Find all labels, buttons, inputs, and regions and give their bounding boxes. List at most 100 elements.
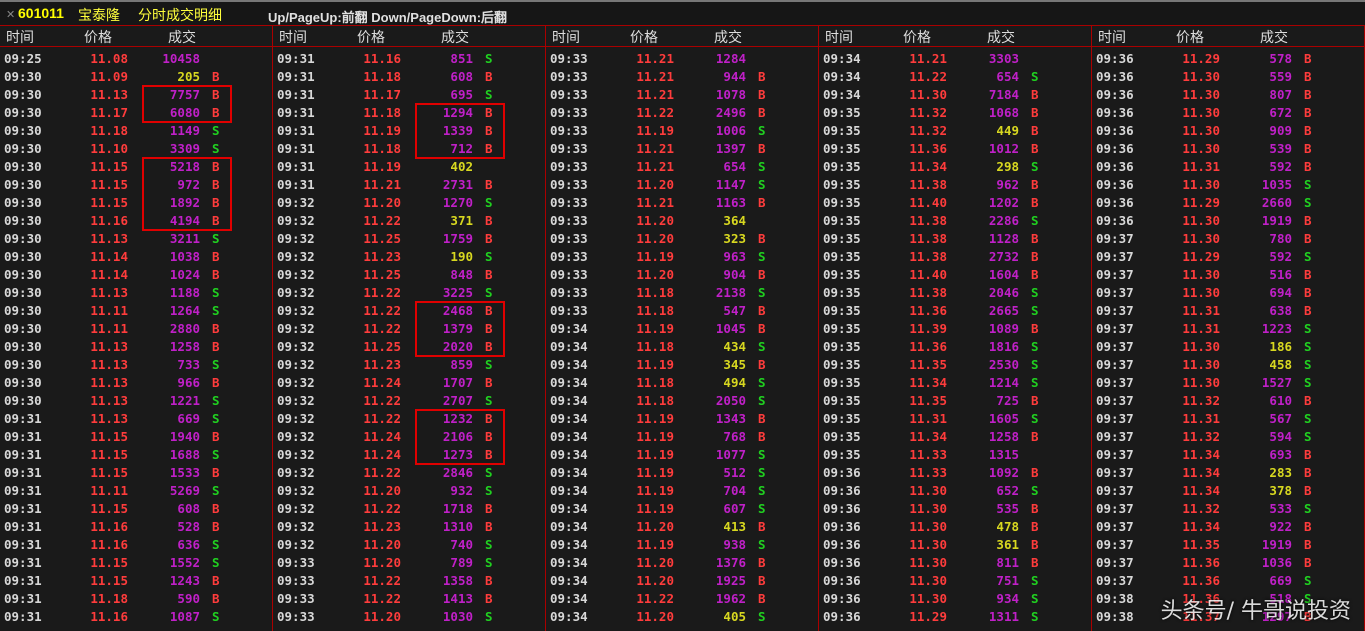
- time-cell: 09:31: [4, 519, 42, 534]
- side-cell: S: [1304, 339, 1312, 354]
- price-cell: 11.19: [636, 249, 674, 264]
- volume-cell: 1038: [169, 249, 200, 264]
- time-cell: 09:37: [1096, 267, 1134, 282]
- price-cell: 11.16: [363, 51, 401, 66]
- price-cell: 11.29: [1182, 195, 1220, 210]
- volume-cell: 725: [996, 393, 1019, 408]
- volume-cell: 704: [723, 483, 746, 498]
- header-volume: 成交: [987, 30, 1015, 46]
- table-row: 09:33 11.20 789 S: [273, 554, 545, 572]
- time-cell: 09:35: [823, 213, 861, 228]
- price-cell: 11.30: [1182, 69, 1220, 84]
- price-cell: 11.14: [90, 249, 128, 264]
- time-cell: 09:31: [4, 609, 42, 624]
- table-row: 09:35 11.38 1128 B: [819, 230, 1091, 248]
- volume-cell: 669: [1269, 573, 1292, 588]
- table-row: 09:32 11.23 1310 B: [273, 518, 545, 536]
- time-cell: 09:35: [823, 447, 861, 462]
- price-cell: 11.15: [90, 447, 128, 462]
- table-column: 时间 价格 成交 09:34 11.21 3303 09:34 11.22 654 S 09:34 1…: [819, 26, 1092, 631]
- table-row: 09:32 11.22 371 B: [273, 212, 545, 230]
- price-cell: 11.25: [363, 339, 401, 354]
- side-cell: B: [1304, 483, 1312, 498]
- highlight-box: [142, 157, 232, 231]
- side-cell: B: [1031, 105, 1039, 120]
- close-icon[interactable]: ✕: [6, 8, 15, 21]
- time-cell: 09:32: [277, 195, 315, 210]
- side-cell: B: [485, 501, 493, 516]
- price-cell: 11.35: [909, 357, 947, 372]
- time-cell: 09:33: [550, 159, 588, 174]
- volume-cell: 1092: [988, 465, 1019, 480]
- time-cell: 09:30: [4, 249, 42, 264]
- time-cell: 09:34: [550, 339, 588, 354]
- side-cell: S: [212, 447, 220, 462]
- table-row: 09:37 11.30 780 B: [1092, 230, 1364, 248]
- side-cell: S: [758, 501, 766, 516]
- volume-cell: 1270: [442, 195, 473, 210]
- time-cell: 09:35: [823, 303, 861, 318]
- volume-cell: 594: [1269, 429, 1292, 444]
- volume-cell: 811: [996, 555, 1019, 570]
- price-cell: 11.36: [1182, 573, 1220, 588]
- side-cell: B: [1031, 519, 1039, 534]
- table-row: 09:33 11.22 2496 B: [546, 104, 818, 122]
- table-column: 时间 价格 成交 09:36 11.29 578 B 09:36 11.30 559 B 09:36 1…: [1092, 26, 1365, 631]
- volume-cell: 559: [1269, 69, 1292, 84]
- time-cell: 09:32: [277, 267, 315, 282]
- price-cell: 11.18: [636, 393, 674, 408]
- price-cell: 11.34: [1182, 483, 1220, 498]
- time-cell: 09:33: [277, 573, 315, 588]
- time-cell: 09:34: [550, 591, 588, 606]
- table-row: 09:31 11.17 695 S: [273, 86, 545, 104]
- time-cell: 09:37: [1096, 393, 1134, 408]
- stock-code: 601011: [18, 5, 64, 21]
- volume-cell: 3211: [169, 231, 200, 246]
- table-row: 09:32 11.25 1759 B: [273, 230, 545, 248]
- price-cell: 11.20: [636, 555, 674, 570]
- stock-name: 宝泰隆: [78, 8, 120, 24]
- time-cell: 09:30: [4, 105, 42, 120]
- table-row: 09:31 11.15 1533 B: [0, 464, 272, 482]
- volume-cell: 1925: [715, 573, 746, 588]
- time-cell: 09:33: [550, 123, 588, 138]
- table-row: 09:30 11.11 1264 S: [0, 302, 272, 320]
- price-cell: 11.40: [909, 195, 947, 210]
- price-cell: 11.25: [363, 231, 401, 246]
- time-cell: 09:37: [1096, 555, 1134, 570]
- price-cell: 11.21: [636, 159, 674, 174]
- time-cell: 09:34: [550, 393, 588, 408]
- volume-cell: 578: [1269, 51, 1292, 66]
- volume-cell: 922: [1269, 519, 1292, 534]
- volume-cell: 1707: [442, 375, 473, 390]
- price-cell: 11.20: [363, 195, 401, 210]
- volume-cell: 1718: [442, 501, 473, 516]
- volume-cell: 652: [996, 483, 1019, 498]
- table-row: 09:37 11.31 638 B: [1092, 302, 1364, 320]
- time-cell: 09:34: [550, 321, 588, 336]
- time-cell: 09:35: [823, 195, 861, 210]
- volume-cell: 402: [450, 159, 473, 174]
- time-cell: 09:34: [550, 519, 588, 534]
- side-cell: B: [212, 591, 220, 606]
- table-row: 09:37 11.34 283 B: [1092, 464, 1364, 482]
- volume-cell: 1376: [715, 555, 746, 570]
- price-cell: 11.20: [636, 177, 674, 192]
- side-cell: S: [485, 87, 493, 102]
- volume-cell: 1604: [988, 267, 1019, 282]
- volume-cell: 610: [1269, 393, 1292, 408]
- time-cell: 09:31: [4, 555, 42, 570]
- volume-cell: 2665: [988, 303, 1019, 318]
- table-row: 09:30 11.13 3211 S: [0, 230, 272, 248]
- side-cell: S: [1031, 375, 1039, 390]
- volume-cell: 695: [450, 87, 473, 102]
- table-row: 09:31 11.16 851 S: [273, 50, 545, 68]
- table-row: 09:32 11.20 932 S: [273, 482, 545, 500]
- volume-cell: 966: [177, 375, 200, 390]
- time-cell: 09:34: [823, 69, 861, 84]
- time-cell: 09:32: [277, 375, 315, 390]
- price-cell: 11.19: [636, 411, 674, 426]
- volume-cell: 1128: [988, 231, 1019, 246]
- volume-cell: 1243: [169, 573, 200, 588]
- time-cell: 09:36: [823, 537, 861, 552]
